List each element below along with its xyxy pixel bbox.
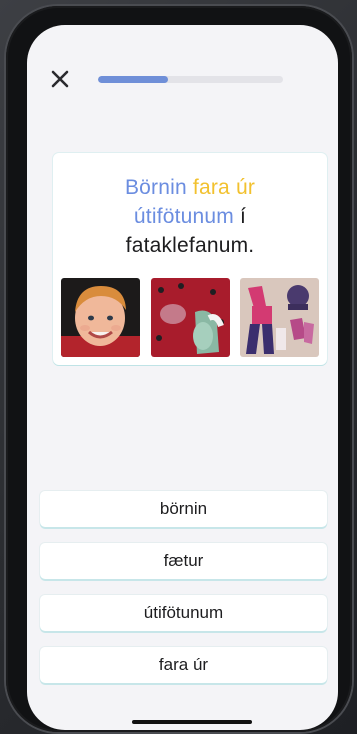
home-indicator[interactable]	[132, 720, 252, 724]
choice-button[interactable]: fætur	[40, 543, 327, 579]
answer-choices: börnin fætur útifötunum fara úr	[40, 491, 327, 699]
prompt-word[interactable]: fara úr	[193, 176, 255, 199]
prompt-images	[61, 278, 319, 357]
winter-clothes-photo	[240, 278, 319, 357]
prompt-word: fataklefanum.	[125, 234, 255, 257]
close-icon	[51, 70, 69, 88]
choice-button[interactable]: útifötunum	[40, 595, 327, 631]
choice-button[interactable]: börnin	[40, 491, 327, 527]
phone-frame: Börnin fara úr útifötunum í fataklefanum…	[6, 6, 352, 732]
prompt-word: í	[240, 205, 247, 228]
child-face-photo	[61, 278, 140, 357]
prompt-card: Börnin fara úr útifötunum í fataklefanum…	[53, 153, 327, 365]
prompt-word[interactable]: Börnin	[125, 176, 187, 199]
app-screen: Börnin fara úr útifötunum í fataklefanum…	[27, 25, 338, 730]
mittens-photo	[150, 278, 230, 357]
prompt-sentence: Börnin fara úr útifötunum í fataklefanum…	[53, 173, 327, 260]
lesson-progress-fill	[98, 76, 169, 83]
prompt-word[interactable]: útifötunum	[134, 205, 234, 228]
choice-button[interactable]: fara úr	[40, 647, 327, 683]
close-button[interactable]	[50, 69, 70, 89]
lesson-progress-bar	[98, 76, 283, 83]
